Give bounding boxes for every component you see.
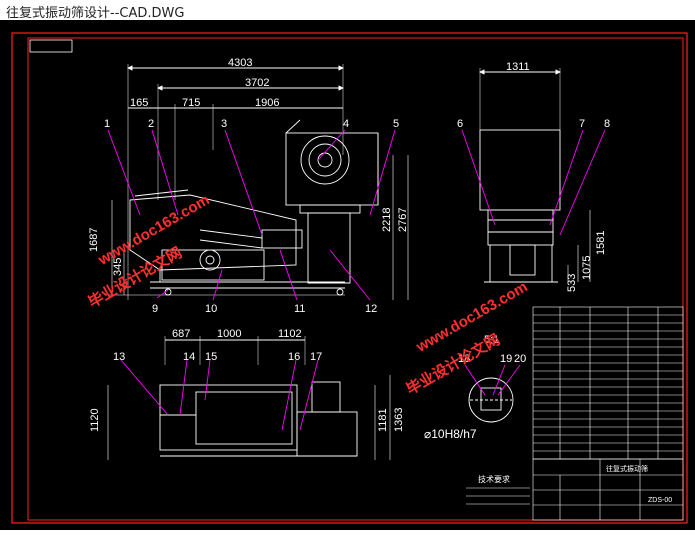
dim-side-height-2: 1075 [581,256,593,280]
title-block-texts: 往复式振动筛 ZDS-00 [606,464,672,504]
balloon-3: 3 [221,118,227,130]
plan-view [107,336,391,460]
window-title: 往复式振动筛设计--CAD.DWG [6,6,185,21]
dim-plan-right-1: 1181 [377,408,389,432]
detail-leaders [464,364,521,396]
balloon-19: 19 [500,353,512,365]
dim-side-height-3: 533 [566,274,578,292]
balloon-13: 13 [113,351,125,363]
title-block-code: ZDS-00 [648,497,672,504]
dim-plan-right-2: 1363 [393,408,405,432]
dim-length-2: 3702 [245,77,269,89]
dim-height-right: 2767 [397,208,409,232]
dim-plan-c: 1102 [278,328,302,340]
fit-dimension: ⌀10H8/h7 [424,427,477,441]
plan-leaders [120,359,319,431]
balloon-4: 4 [343,118,349,130]
parts-list [532,306,684,460]
cad-drawing: 4303 3702 165 715 1906 1687 345 2767 221… [11,32,688,524]
dim-overall-length: 4303 [228,57,252,69]
title-block-label: 往复式振动筛 [606,464,648,473]
tech-notes: 技术要求 [466,474,530,505]
balloon-1: 1 [104,118,110,130]
balloon-6: 6 [457,118,463,130]
tech-notes-title: 技术要求 [478,474,510,484]
drawing-number-box [29,39,73,53]
dim-seg-c: 1906 [255,97,279,109]
balloon-15: 15 [205,351,217,363]
balloon-9: 9 [152,303,158,315]
dim-height-left: 1687 [88,228,100,252]
balloon-12: 12 [365,303,377,315]
balloon-10: 10 [205,303,217,315]
detail-view [468,377,514,423]
balloon-20: 20 [514,353,526,365]
side-view [479,68,591,283]
balloon-11: 11 [294,303,305,315]
dim-seg-a: 165 [130,97,148,109]
plan-dim-texts: 687 1000 1102 1120 1181 1363 [89,328,405,432]
balloon-16: 16 [288,351,300,363]
side-leaders [461,129,606,236]
plan-balloons: 13 14 15 16 17 [113,351,322,363]
side-dim-texts: 1311 1581 1075 533 [506,61,607,292]
balloon-14: 14 [183,351,195,363]
dim-seg-b: 715 [182,97,200,109]
front-balloons: 1 2 3 4 5 9 10 11 12 [104,118,399,315]
balloon-8: 8 [604,118,610,130]
dim-height-right-2: 2218 [381,208,393,232]
balloon-7: 7 [579,118,585,130]
watermark-2: 毕业设计论文网 www.doc163.com [403,278,531,398]
dim-plan-a: 687 [172,328,190,340]
window-titlebar: 往复式振动筛设计--CAD.DWG [0,0,695,21]
dim-side-width: 1311 [506,61,530,73]
dim-plan-height: 1120 [89,408,101,432]
balloon-2: 2 [148,118,154,130]
balloon-5: 5 [393,118,399,130]
cad-canvas[interactable]: 4303 3702 165 715 1906 1687 345 2767 221… [0,20,695,530]
balloon-17: 17 [310,351,322,363]
dim-side-height: 1581 [595,231,607,255]
dim-plan-b: 1000 [217,328,241,340]
